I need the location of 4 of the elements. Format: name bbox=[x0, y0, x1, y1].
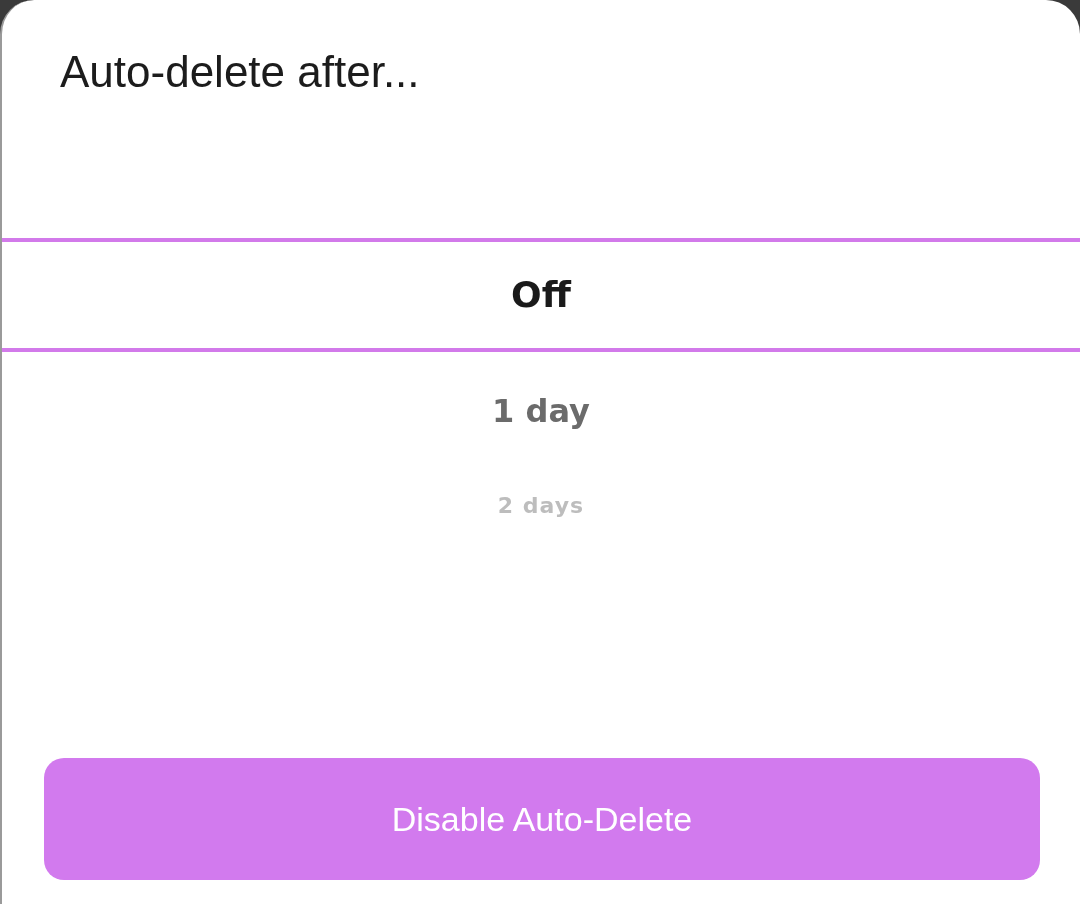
picker-option[interactable]: 1 day bbox=[2, 352, 1080, 471]
disable-auto-delete-button[interactable]: Disable Auto-Delete bbox=[44, 758, 1040, 880]
picker-option[interactable]: Off bbox=[2, 238, 1080, 353]
sheet-title: Auto-delete after... bbox=[59, 46, 421, 97]
